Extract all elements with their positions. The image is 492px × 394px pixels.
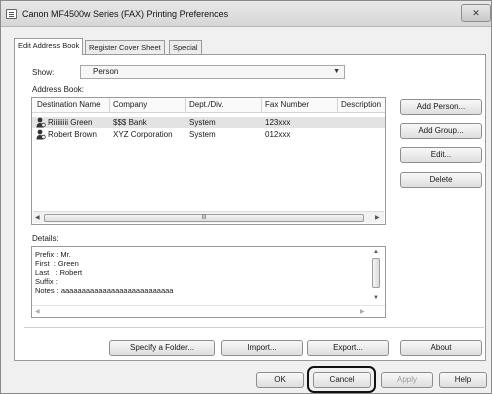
scroll-right-icon[interactable]: ▶ [375,214,380,221]
show-select[interactable]: Person ▼ [80,65,345,79]
vertical-scrollbar[interactable]: ▲ ▼ [369,247,384,305]
person-icon [36,129,46,140]
printing-preferences-window: Canon MF4500w Series (FAX) Printing Pref… [0,0,492,394]
column-header-dept[interactable]: Dept./Div. [189,100,224,109]
cell-fax-number: 123xxx [265,118,291,127]
details-line: Notes : aaaaaaaaaaaaaaaaaaaaaaaaaaa [35,286,174,295]
close-button[interactable]: ✕ [461,4,491,22]
tab-edit-address-book[interactable]: Edit Address Book [14,38,84,55]
details-line: Suffix : [35,277,58,286]
about-button[interactable]: About [400,340,482,356]
table-row[interactable]: Riiiiiiii Green $$$ Bank System 123xxx [32,117,385,128]
horizontal-scrollbar[interactable]: ◀ III ▶ [33,211,384,223]
address-book-label: Address Book: [32,85,85,94]
column-header-destination-name[interactable]: Destination Name [37,100,101,109]
chevron-down-icon: ▼ [333,68,340,75]
divider [24,327,484,328]
cell-destination-name: Riiiiiiii Green [48,118,93,127]
address-book-list[interactable]: Destination Name Company Dept./Div. Fax … [31,97,386,225]
details-line: First : Green [35,259,79,268]
column-header-fax-number[interactable]: Fax Number [265,100,309,109]
edit-button[interactable]: Edit... [400,147,482,163]
import-button[interactable]: Import... [221,340,303,356]
cell-fax-number: 012xxx [265,130,291,139]
title-bar: Canon MF4500w Series (FAX) Printing Pref… [1,1,491,27]
window-title: Canon MF4500w Series (FAX) Printing Pref… [22,9,229,19]
details-line: Prefix : Mr. [35,250,71,259]
details-label: Details: [32,234,59,243]
add-group-button[interactable]: Add Group... [400,123,482,139]
tab-special[interactable]: Special [169,40,202,55]
scroll-thumb[interactable] [372,258,380,288]
column-header-description[interactable]: Description [341,100,381,109]
cell-dept: System [189,118,216,127]
horizontal-scrollbar[interactable]: ◀ ▶ [32,305,385,317]
list-header: Destination Name Company Dept./Div. Fax … [32,98,385,113]
cancel-highlight-outline [307,366,376,393]
scroll-right-icon[interactable]: ▶ [360,308,365,315]
specify-folder-button[interactable]: Specify a Folder... [109,340,215,356]
ok-button[interactable]: OK [256,372,304,388]
scroll-left-icon[interactable]: ◀ [35,214,40,221]
cell-company: $$$ Bank [113,118,147,127]
details-line: Last : Robert [35,268,83,277]
show-select-value: Person [93,67,119,76]
apply-button[interactable]: Apply [381,372,433,388]
show-label: Show: [32,68,55,77]
delete-button[interactable]: Delete [400,172,482,188]
cell-company: XYZ Corporation [113,130,173,139]
scroll-down-icon[interactable]: ▼ [373,295,379,301]
scroll-left-icon[interactable]: ◀ [35,308,40,315]
table-row[interactable]: Robert Brown XYZ Corporation System 012x… [32,129,385,140]
scroll-thumb[interactable]: III [44,214,364,222]
help-button[interactable]: Help [439,372,487,388]
cell-destination-name: Robert Brown [48,130,97,139]
printer-icon [6,9,17,19]
export-button[interactable]: Export... [307,340,389,356]
column-header-company[interactable]: Company [113,100,147,109]
details-box[interactable]: Prefix : Mr. First : Green Last : Robert… [31,246,386,318]
person-icon [36,117,46,128]
scroll-up-icon[interactable]: ▲ [373,249,379,255]
add-person-button[interactable]: Add Person... [400,99,482,115]
tab-register-cover-sheet[interactable]: Register Cover Sheet [85,40,165,55]
cell-dept: System [189,130,216,139]
